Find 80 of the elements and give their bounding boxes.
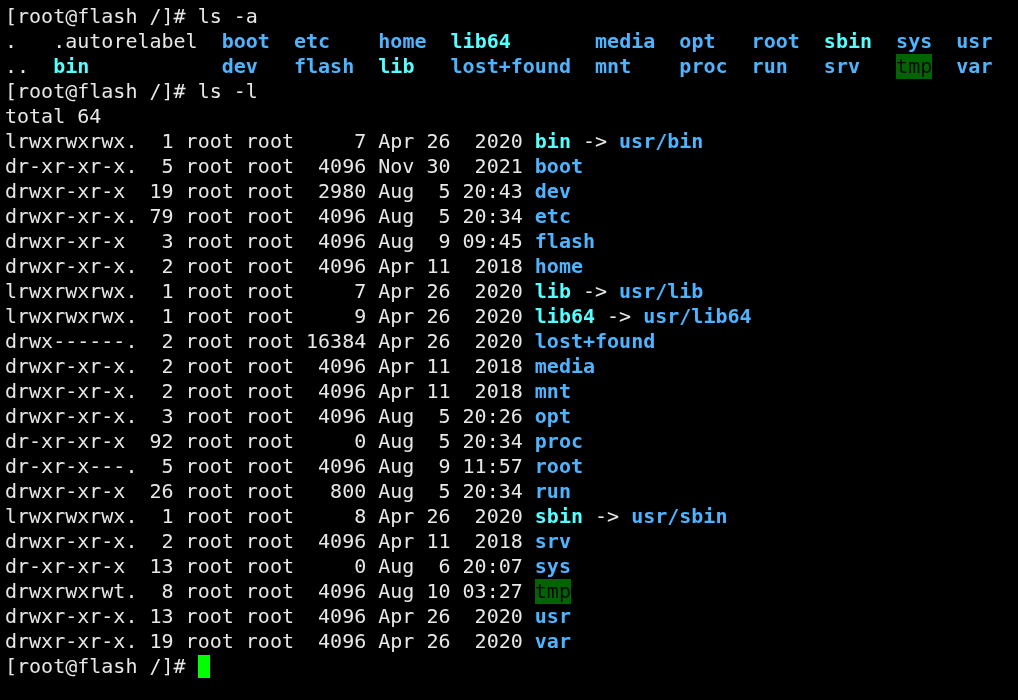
shell-prompt: [root@flash /]#	[5, 79, 186, 104]
file-details: drwxr-xr-x. 13 root root 4096 Apr 26 2020	[5, 604, 523, 629]
file-details: lrwxrwxrwx. 1 root root 7 Apr 26 2020	[5, 279, 523, 304]
directory-name: lost+found	[450, 54, 571, 79]
directory-name: sys	[896, 29, 933, 54]
directory-name: dev	[221, 54, 259, 79]
symlink-name: sbin	[823, 29, 872, 54]
file-details: drwxr-xr-x. 2 root root 4096 Apr 11 2018	[5, 254, 523, 279]
file-details: dr-xr-x---. 5 root root 4096 Aug 9 11:57	[5, 454, 523, 479]
file-details: drwxr-xr-x. 2 root root 4096 Apr 11 2018	[5, 379, 523, 404]
file-details: lrwxrwxrwx. 1 root root 8 Apr 26 2020	[5, 504, 523, 529]
file-details: drwxr-xr-x. 2 root root 4096 Apr 11 2018	[5, 529, 523, 554]
symlink-name: sbin	[534, 504, 583, 529]
directory-name: mnt	[534, 379, 571, 404]
symlink-name: bin	[534, 129, 571, 154]
directory-name: flash	[294, 54, 355, 79]
directory-name: usr	[956, 29, 993, 54]
directory-name: mnt	[595, 54, 633, 79]
directory-name: usr	[534, 604, 571, 629]
file-details: drwxr-xr-x 19 root root 2980 Aug 5 20:43	[5, 179, 523, 204]
directory-name: boot	[534, 154, 583, 179]
file-details: drwx------. 2 root root 16384 Apr 26 2020	[5, 329, 523, 354]
directory-name: media	[534, 354, 595, 379]
directory-name: dev	[534, 179, 571, 204]
directory-name: proc	[534, 429, 583, 454]
file-details: lrwxrwxrwx. 1 root root 9 Apr 26 2020	[5, 304, 523, 329]
directory-name: srv	[534, 529, 571, 554]
symlink-name: lib64	[450, 29, 512, 54]
symlink-name: lib	[534, 279, 571, 304]
file-details: dr-xr-xr-x. 5 root root 4096 Nov 30 2021	[5, 154, 523, 179]
symlink-name: lib64	[534, 304, 595, 329]
command-text: ls -a	[197, 4, 258, 29]
file-details: drwxr-xr-x 3 root root 4096 Aug 9 09:45	[5, 229, 523, 254]
directory-name: etc	[294, 29, 332, 54]
symlink-name: bin	[53, 54, 91, 79]
file-details: dr-xr-xr-x 13 root root 0 Aug 6 20:07	[5, 554, 523, 579]
directory-name: var	[956, 54, 993, 79]
directory-name: opt	[534, 404, 571, 429]
link-target: usr/sbin	[631, 504, 728, 529]
link-target: usr/lib64	[643, 304, 752, 329]
command-text: ls -l	[197, 79, 258, 104]
file-name: .autorelabel	[53, 29, 198, 54]
symlink-name: lib	[378, 54, 416, 79]
arrow-text: ->	[582, 129, 608, 154]
directory-name: flash	[534, 229, 595, 254]
directory-name: etc	[534, 204, 571, 229]
directory-name: tmp	[534, 579, 571, 604]
directory-name: run	[534, 479, 571, 504]
output-text: total 64	[5, 104, 102, 129]
directory-name: root	[534, 454, 583, 479]
directory-name: run	[751, 54, 789, 79]
link-target: usr/lib	[619, 279, 704, 304]
arrow-text: ->	[582, 279, 608, 304]
directory-name: proc	[679, 54, 728, 79]
arrow-text: ->	[607, 304, 632, 329]
directory-name: srv	[823, 54, 861, 79]
directory-name: opt	[679, 29, 717, 54]
shell-prompt: [root@flash /]#	[5, 4, 186, 29]
file-details: drwxr-xr-x. 2 root root 4096 Apr 11 2018	[5, 354, 523, 379]
file-details: drwxr-xr-x. 79 root root 4096 Aug 5 20:34	[5, 204, 523, 229]
directory-name: lost+found	[534, 329, 656, 354]
file-details: drwxr-xr-x. 3 root root 4096 Aug 5 20:26	[5, 404, 523, 429]
shell-prompt: [root@flash /]#	[5, 654, 186, 679]
directory-name: tmp	[896, 54, 933, 79]
file-details: lrwxrwxrwx. 1 root root 7 Apr 26 2020	[5, 129, 523, 154]
directory-name: var	[534, 629, 571, 654]
file-name: ..	[5, 54, 30, 79]
directory-name: boot	[221, 29, 270, 54]
directory-name: sys	[534, 554, 571, 579]
directory-name: root	[751, 29, 800, 54]
file-details: dr-xr-xr-x 92 root root 0 Aug 5 20:34	[5, 429, 523, 454]
directory-name: home	[534, 254, 583, 279]
link-target: usr/bin	[619, 129, 704, 154]
file-name: .	[5, 29, 19, 54]
file-details: drwxr-xr-x. 19 root root 4096 Apr 26 2020	[5, 629, 523, 654]
file-details: drwxrwxrwt. 8 root root 4096 Aug 10 03:27	[5, 579, 523, 604]
directory-name: media	[595, 29, 656, 54]
directory-name: home	[378, 29, 427, 54]
arrow-text: ->	[595, 504, 620, 529]
file-details: drwxr-xr-x 26 root root 800 Aug 5 20:34	[5, 479, 523, 504]
